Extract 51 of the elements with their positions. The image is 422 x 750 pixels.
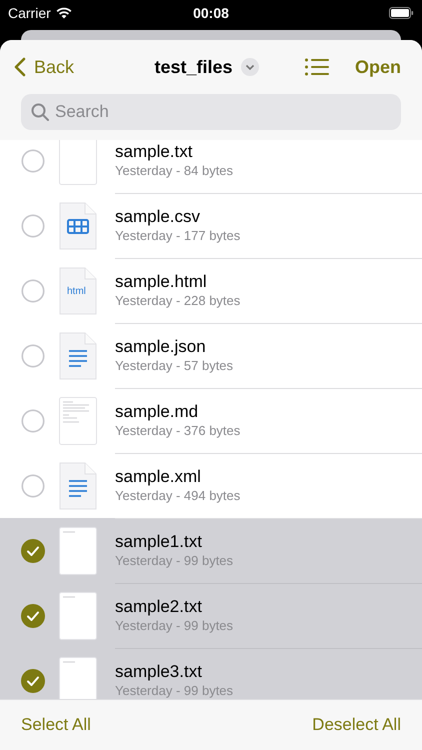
checked-circle-icon[interactable] — [21, 604, 45, 628]
carrier-label: Carrier — [8, 5, 51, 21]
file-name: sample2.txt — [115, 596, 203, 617]
file-row[interactable]: sample1.txt Yesterday - 99 bytes — [0, 518, 422, 583]
wifi-icon — [56, 7, 72, 19]
clock-time: 00:08 — [193, 5, 229, 21]
file-details: Yesterday - 177 bytes — [115, 227, 242, 244]
spreadsheet-icon — [59, 202, 97, 250]
checked-circle-icon[interactable] — [21, 668, 45, 692]
file-name: sample.md — [115, 401, 200, 422]
file-row[interactable]: sample3.txt Yesterday - 99 bytes — [0, 648, 422, 699]
battery-icon — [389, 7, 414, 19]
file-name: sample.txt — [115, 141, 194, 162]
folder-title: test_files — [154, 56, 233, 78]
file-details: Yesterday - 99 bytes — [115, 552, 234, 569]
file-icon — [59, 266, 97, 314]
file-name: sample.html — [115, 271, 208, 292]
file-row[interactable]: sample2.txt Yesterday - 99 bytes — [0, 583, 422, 648]
empty-circle-icon[interactable] — [21, 474, 45, 498]
file-name: sample1.txt — [115, 531, 203, 552]
file-details: Yesterday - 494 bytes — [115, 487, 242, 504]
file-details: Yesterday - 84 bytes — [115, 162, 234, 179]
dropdown-icon[interactable] — [240, 58, 259, 76]
file-details: Yesterday - 99 bytes — [115, 617, 234, 634]
checked-circle-icon[interactable] — [21, 538, 45, 562]
file-name: sample.xml — [115, 466, 202, 487]
text-document-icon — [59, 332, 97, 380]
select-all-button[interactable]: Select All — [21, 715, 91, 735]
deselect-all-button[interactable]: Deselect All — [312, 715, 401, 735]
list-view-icon[interactable] — [304, 58, 329, 76]
file-details: Yesterday - 99 bytes — [115, 682, 234, 699]
file-name: sample3.txt — [115, 661, 203, 682]
open-button[interactable]: Open — [354, 56, 401, 78]
empty-circle-icon[interactable] — [21, 344, 45, 368]
file-details: Yesterday - 228 bytes — [115, 292, 242, 309]
file-name: sample.csv — [115, 206, 202, 227]
file-type-label: html — [67, 286, 86, 296]
search-field[interactable]: Search — [21, 94, 401, 130]
chevron-left-icon — [14, 57, 26, 77]
document-preview-icon — [59, 396, 97, 444]
document-preview-icon — [59, 592, 97, 640]
empty-circle-icon[interactable] — [21, 278, 45, 302]
file-name: sample.json — [115, 336, 207, 357]
file-details: Yesterday - 376 bytes — [115, 422, 242, 439]
file-details: Yesterday - 57 bytes — [115, 357, 234, 374]
back-button[interactable]: Back — [12, 56, 74, 78]
empty-circle-icon[interactable] — [21, 408, 45, 432]
empty-circle-icon[interactable] — [21, 148, 45, 172]
document-preview-icon — [59, 526, 97, 574]
text-document-icon — [59, 462, 97, 510]
empty-circle-icon[interactable] — [21, 214, 45, 238]
